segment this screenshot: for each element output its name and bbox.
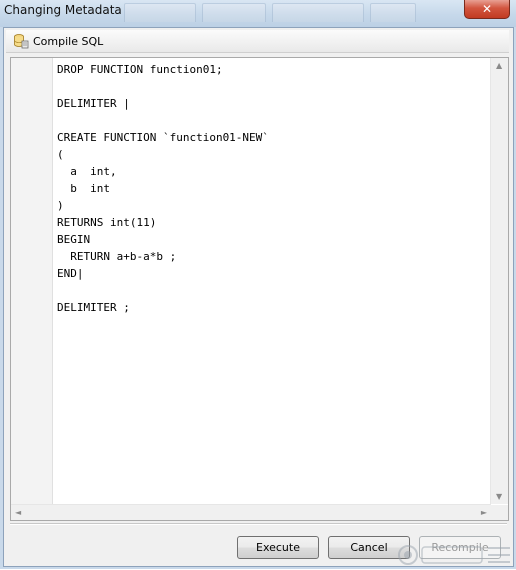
scroll-up-icon[interactable]: ▲ — [496, 61, 502, 70]
database-icon — [14, 34, 29, 49]
compile-sql-label: Compile SQL — [33, 34, 104, 48]
scrollbar-corner — [491, 505, 508, 520]
scroll-left-icon[interactable]: ◄ — [15, 508, 21, 517]
sql-editor[interactable]: DROP FUNCTION function01; DELIMITER | CR… — [10, 57, 509, 521]
code-line: DELIMITER | — [57, 97, 130, 110]
close-icon: ✕ — [481, 2, 493, 16]
scroll-right-icon[interactable]: ► — [481, 508, 487, 517]
execute-button[interactable]: Execute — [237, 536, 319, 559]
code-line: END| — [57, 267, 84, 280]
divider — [10, 523, 507, 525]
code-line: DELIMITER ; — [57, 301, 130, 314]
cancel-button[interactable]: Cancel — [328, 536, 410, 559]
scroll-down-icon[interactable]: ▼ — [496, 492, 502, 501]
code-line: CREATE FUNCTION `function01-NEW` — [57, 131, 269, 144]
horizontal-scrollbar[interactable]: ◄ ► — [11, 504, 491, 520]
code-line: ) — [57, 199, 64, 212]
code-line: DROP FUNCTION function01; — [57, 63, 223, 76]
toolbar: Compile SQL — [6, 30, 509, 53]
background-window-tabs — [124, 1, 424, 23]
line-gutter — [11, 58, 53, 504]
code-area[interactable]: DROP FUNCTION function01; DELIMITER | CR… — [57, 61, 487, 501]
code-line: a int, — [57, 165, 117, 178]
compile-sql-button[interactable]: Compile SQL — [10, 32, 106, 50]
dialog-body: Compile SQL DROP FUNCTION function01; DE… — [3, 27, 514, 567]
recompile-button[interactable]: Recompile — [419, 536, 501, 559]
title-bar[interactable]: Changing Metadata ✕ — [0, 0, 516, 27]
window-frame: Compile SQL DROP FUNCTION function01; DE… — [0, 27, 516, 569]
code-line: BEGIN — [57, 233, 91, 246]
code-line: RETURN a+b-a*b ; — [57, 250, 177, 263]
code-line: RETURNS int(11) — [57, 216, 157, 229]
code-line: ( — [57, 148, 64, 161]
code-line: b int — [57, 182, 110, 195]
close-button[interactable]: ✕ — [464, 0, 510, 19]
vertical-scrollbar[interactable]: ▲ ▼ — [490, 58, 508, 504]
window-title: Changing Metadata — [4, 3, 122, 17]
